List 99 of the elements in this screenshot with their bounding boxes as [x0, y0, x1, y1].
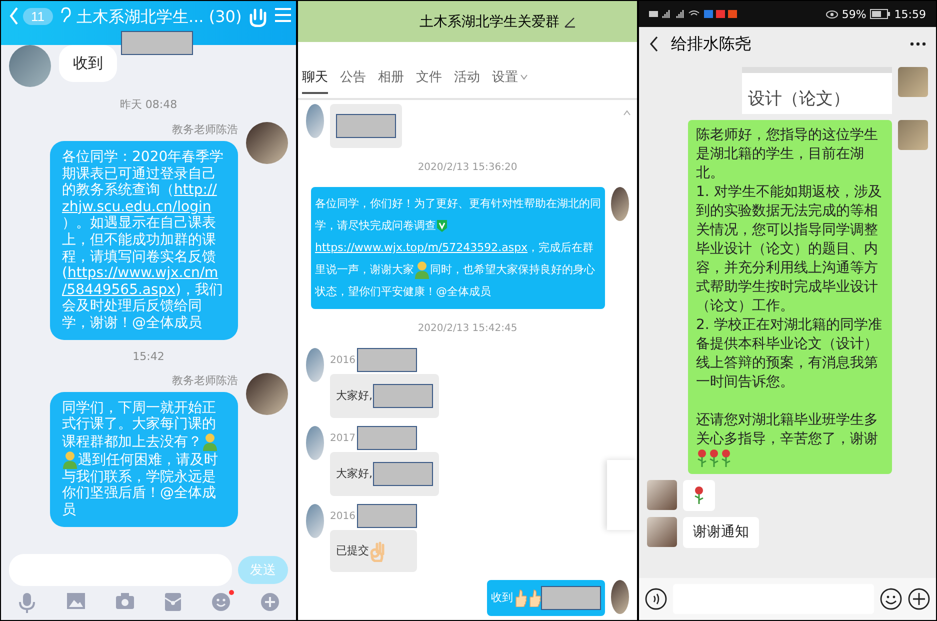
- avatar: [611, 580, 629, 614]
- thumbs-up-icon: [513, 589, 527, 607]
- more-button[interactable]: [910, 42, 926, 46]
- message-text: 各位同学：2020年春季学期课表已可通过登录自己的教务系统查询（http:// zhjw.scu.edu.cn/login ）。如遇显示在自己课表上，但不能成功加群的课程，请填写问卷实名反馈(https://www.wjx.cn/m /58449565.aspx)，我们会及时处理后反馈给同学，谢谢！@全体成员: [62, 149, 225, 332]
- image-icon: [66, 592, 86, 610]
- avatar: [306, 504, 324, 538]
- tab[interactable]: 相册: [378, 68, 404, 94]
- avatar: [306, 104, 324, 138]
- timestamp: 昨天 08:48: [118, 97, 178, 112]
- message-link[interactable]: https://www.wjx.top/m/57243592.aspx: [315, 241, 528, 254]
- redaction-block: [357, 426, 418, 450]
- message-text: 1. 对学生不能如期返校，涉及到的实验数据无法完成的等相关情况，您可以指导同学调整毕业设计（论文）的题目、内容，并充分利用线上沟通等方式帮助学生按时完成毕业设计（论文）工作。: [696, 183, 883, 316]
- timestamp: 15:42: [132, 350, 166, 363]
- microphone-icon: [17, 592, 37, 614]
- avatar-photo: [898, 120, 928, 150]
- tab[interactable]: 聊天: [302, 68, 328, 94]
- rose-icon: [708, 449, 720, 468]
- rose-icon: [696, 449, 708, 468]
- sender-name: 教务老师陈浩: [172, 372, 238, 388]
- avatar-photo: [647, 517, 677, 547]
- toolbar-button[interactable]: [211, 592, 231, 614]
- ok-hand-icon: [369, 540, 385, 562]
- hand-gesture-icon: [248, 7, 268, 27]
- avatar-photo: [898, 67, 928, 97]
- avatar: [306, 348, 324, 382]
- redaction-block: [121, 31, 193, 55]
- timestamp: 2020/2/13 15:36:20: [416, 162, 518, 173]
- redaction-block: [357, 348, 418, 372]
- toolbar-button[interactable]: [17, 592, 37, 614]
- sender-name: 2016: [330, 354, 356, 366]
- redaction-block: [372, 462, 432, 486]
- tab[interactable]: 活动: [454, 68, 480, 94]
- back-button[interactable]: [649, 36, 659, 52]
- ear-icon: [58, 7, 70, 23]
- rose-icon: [693, 486, 705, 504]
- back-chevron-icon: [649, 36, 659, 52]
- chat-title: 土木系湖北学生... (30): [76, 7, 242, 28]
- avatar: [246, 372, 288, 415]
- person-emoji-icon: [62, 450, 78, 469]
- envelope-icon: [164, 592, 182, 612]
- battery-percentage: 59%: [842, 8, 866, 20]
- message-text: 收到: [491, 586, 601, 610]
- thumbs-up-icon: [527, 589, 541, 607]
- tab[interactable]: 设置: [492, 68, 528, 94]
- collapse-chevron-icon: [623, 110, 631, 116]
- status-time: 15:59: [894, 8, 926, 20]
- avatar: [611, 187, 629, 221]
- message-text: 2. 学校正在对湖北籍的同学准备提供本科毕业论文（设计）线上答辩的预案，有消息我第一时间告诉您。: [696, 316, 883, 392]
- group-title: 土木系湖北学生关爱群: [420, 12, 560, 30]
- message-text: 大家好,: [336, 384, 432, 408]
- sender-name: 2016: [330, 510, 356, 522]
- toolbar-button[interactable]: [164, 592, 182, 614]
- smiley-icon: [211, 592, 231, 612]
- avatar: [9, 45, 51, 87]
- message-link[interactable]: https://www.wjx.cn/m: [67, 265, 218, 282]
- message-text: 收到: [73, 55, 103, 72]
- voice-icon: [645, 588, 667, 610]
- avatar: [246, 122, 288, 164]
- more-dots-icon: [910, 42, 926, 46]
- voice-button[interactable]: [645, 588, 667, 610]
- message-text: 陈老师好，您指导的这位学生是湖北籍的学生，目前在湖北。: [696, 126, 879, 183]
- plus-icon: [908, 588, 930, 610]
- tab[interactable]: 文件: [416, 68, 442, 94]
- message-link[interactable]: /58449565.aspx: [62, 282, 176, 298]
- eye-icon: [826, 10, 838, 18]
- message-text: 同学们，下周一就开始正式行课了。大家每门课的课程群都加上去没有？ 遇到任何困难，请及时与我们联系，学院永远是你们坚强后盾！@全体成员: [62, 400, 219, 518]
- avatar-photo: [647, 480, 677, 510]
- message-link[interactable]: http://: [174, 182, 217, 198]
- message-link[interactable]: zhjw.scu.edu.cn/login: [62, 198, 212, 215]
- smiley-icon: [880, 588, 902, 610]
- back-chevron-icon: [9, 7, 19, 25]
- message-text: 各位同学，你们好！为了更好、更有针对性帮助在湖北的同学，请尽快完成问卷调查 https://www.wjx.top/m/57243592.aspx，完成后在群里说一声，谢谢大家 同时，也希望大家保持良好的身心状态，望你们平安健康！@全体成员: [315, 196, 601, 300]
- redaction-block: [357, 504, 418, 528]
- redaction-block: [336, 114, 396, 138]
- add-button[interactable]: [908, 588, 930, 610]
- menu-icon: [274, 7, 292, 23]
- tab[interactable]: 公告: [340, 68, 366, 94]
- image-message: 设计（论文）: [742, 67, 892, 114]
- redaction-block: [541, 586, 601, 610]
- edit-pencil-icon: [564, 16, 576, 28]
- rose-icon: [720, 449, 732, 468]
- message-text: 谢谢通知: [693, 523, 749, 542]
- message-text: 还请您对湖北籍毕业班学生多关心多指导，辛苦您了，谢谢: [696, 411, 886, 468]
- avatar: [306, 426, 324, 460]
- person-emoji-icon: [202, 432, 218, 451]
- camera-icon: [115, 592, 135, 610]
- message-text: 大家好,: [336, 462, 432, 486]
- plus-icon: [260, 592, 280, 612]
- redaction-block: [372, 384, 432, 408]
- emoji-button[interactable]: [880, 588, 902, 610]
- check-badge-icon: [436, 218, 448, 233]
- person-emoji-icon: [414, 260, 430, 279]
- chat-title: 给排水陈尧: [671, 34, 752, 54]
- battery-icon: [870, 9, 890, 19]
- message-text: 已提交: [336, 540, 412, 562]
- timestamp: 2020/2/13 15:42:45: [416, 323, 518, 334]
- sender-name: 教务老师陈浩: [172, 122, 238, 137]
- sender-name: 2017: [330, 432, 356, 444]
- toolbar-button[interactable]: [260, 592, 280, 614]
